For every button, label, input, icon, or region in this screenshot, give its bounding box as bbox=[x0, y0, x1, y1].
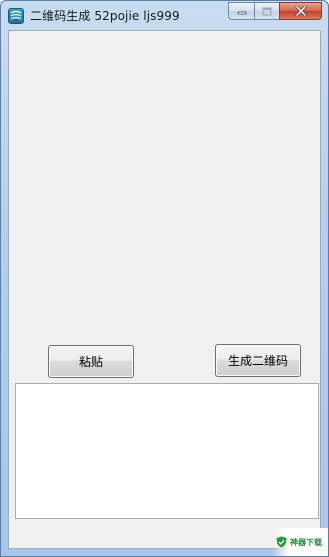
app-window: 二维码生成 52pojie ljs999 粘贴 生成二维码 神器下载 bbox=[0, 0, 329, 557]
minimize-button[interactable] bbox=[228, 2, 254, 20]
client-area: 粘贴 生成二维码 bbox=[8, 30, 321, 549]
paste-button[interactable]: 粘贴 bbox=[48, 345, 134, 378]
window-title: 二维码生成 52pojie ljs999 bbox=[30, 9, 180, 23]
maximize-button[interactable] bbox=[254, 2, 279, 20]
shield-icon bbox=[276, 536, 287, 548]
watermark: 神器下载 bbox=[272, 528, 328, 556]
close-button[interactable] bbox=[279, 2, 322, 20]
watermark-text: 神器下载 bbox=[290, 537, 322, 547]
close-icon bbox=[295, 6, 306, 16]
qr-app-icon[interactable] bbox=[8, 8, 24, 24]
minimize-icon bbox=[237, 11, 246, 15]
title-bar[interactable]: 二维码生成 52pojie ljs999 bbox=[1, 1, 328, 31]
qr-output-area[interactable] bbox=[15, 383, 319, 519]
maximize-icon bbox=[262, 7, 272, 15]
generate-qr-button[interactable]: 生成二维码 bbox=[215, 344, 301, 377]
caption-buttons bbox=[228, 2, 322, 20]
